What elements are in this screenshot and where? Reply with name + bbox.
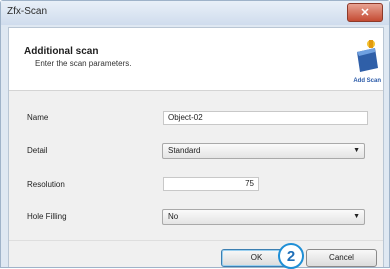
dialog-content: Additional scan Enter the scan parameter… — [8, 27, 384, 269]
chevron-down-icon: ▼ — [353, 213, 360, 220]
header-title: Additional scan — [24, 46, 99, 57]
name-input[interactable]: Object-02 — [163, 111, 368, 125]
wizard-header: Additional scan Enter the scan parameter… — [9, 28, 383, 91]
detail-label: Detail — [27, 146, 48, 155]
header-subtitle: Enter the scan parameters. — [35, 59, 132, 68]
add-scan-logo-icon: Add Scan — [351, 38, 381, 84]
detail-selected-value: Standard — [168, 146, 201, 155]
resolution-label: Resolution — [27, 180, 65, 189]
cancel-button[interactable]: Cancel — [306, 249, 377, 267]
chevron-down-icon: ▼ — [353, 147, 360, 154]
hole-filling-label: Hole Filling — [27, 212, 67, 221]
title-bar[interactable]: Zfx-Scan ✕ — [1, 1, 389, 25]
hole-filling-selected-value: No — [168, 212, 179, 221]
hole-filling-select[interactable]: No ▼ — [162, 209, 365, 225]
step-callout-badge: 2 — [278, 243, 304, 269]
name-label: Name — [27, 113, 49, 122]
resolution-input[interactable]: 75 — [163, 177, 259, 191]
dialog-window: Zfx-Scan ✕ Additional scan Enter the sca… — [0, 0, 390, 269]
window-title: Zfx-Scan — [7, 6, 48, 17]
close-button[interactable]: ✕ — [347, 3, 383, 22]
logo-caption: Add Scan — [353, 78, 381, 84]
button-bar: OK 2 Cancel — [9, 240, 383, 269]
detail-select[interactable]: Standard ▼ — [162, 143, 365, 159]
close-icon: ✕ — [360, 7, 370, 19]
